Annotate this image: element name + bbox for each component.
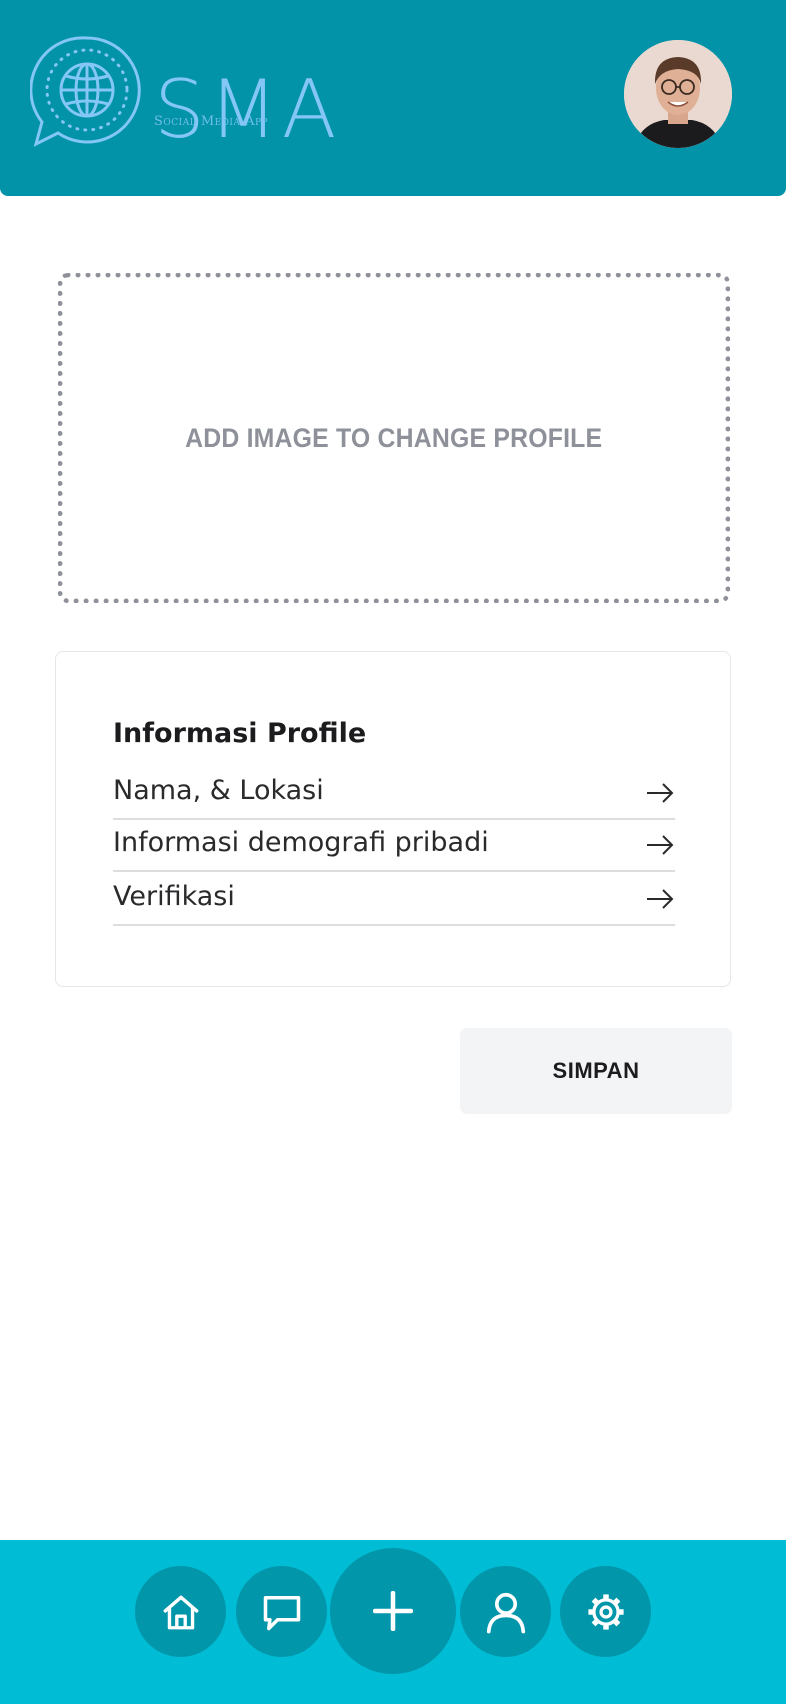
globe-chat-icon — [30, 36, 141, 147]
nav-home-button[interactable] — [135, 1566, 226, 1657]
arrow-right-icon — [647, 783, 674, 803]
nav-profile-button[interactable] — [460, 1566, 551, 1657]
app-header: SMA Social Media App — [0, 0, 786, 196]
card-title: Informasi Profile — [113, 718, 367, 749]
profile-item-label: Informasi demografi pribadi — [113, 827, 489, 858]
user-avatar[interactable] — [624, 40, 732, 148]
plus-icon — [373, 1591, 413, 1631]
profile-item-verification[interactable]: Verifikasi — [113, 870, 675, 926]
nav-settings-button[interactable] — [560, 1566, 651, 1657]
save-button[interactable]: SIMPAN — [460, 1028, 732, 1114]
dropzone-label: ADD IMAGE TO CHANGE PROFILE — [185, 422, 603, 453]
logo-title: SMA — [154, 63, 341, 156]
chat-icon — [263, 1595, 300, 1630]
arrow-right-icon — [647, 835, 674, 855]
nav-add-button[interactable] — [330, 1548, 456, 1674]
profile-info-card: Informasi Profile Nama, & Lokasi Informa… — [55, 651, 731, 987]
home-icon — [163, 1595, 198, 1629]
gear-icon — [587, 1593, 624, 1630]
bottom-navigation — [0, 1540, 786, 1704]
profile-item-name-location[interactable]: Nama, & Lokasi — [113, 764, 675, 820]
nav-chat-button[interactable] — [236, 1566, 327, 1657]
arrow-right-icon — [647, 889, 674, 909]
profile-item-label: Verifikasi — [113, 881, 235, 912]
profile-item-demographics[interactable]: Informasi demografi pribadi — [113, 816, 675, 872]
avatar-portrait — [624, 40, 732, 148]
user-icon — [486, 1592, 525, 1633]
logo-subtitle: Social Media App — [154, 114, 269, 129]
app-logo[interactable]: SMA Social Media App — [30, 34, 337, 154]
profile-item-label: Nama, & Lokasi — [113, 775, 324, 806]
profile-image-dropzone[interactable]: ADD IMAGE TO CHANGE PROFILE — [58, 273, 730, 603]
